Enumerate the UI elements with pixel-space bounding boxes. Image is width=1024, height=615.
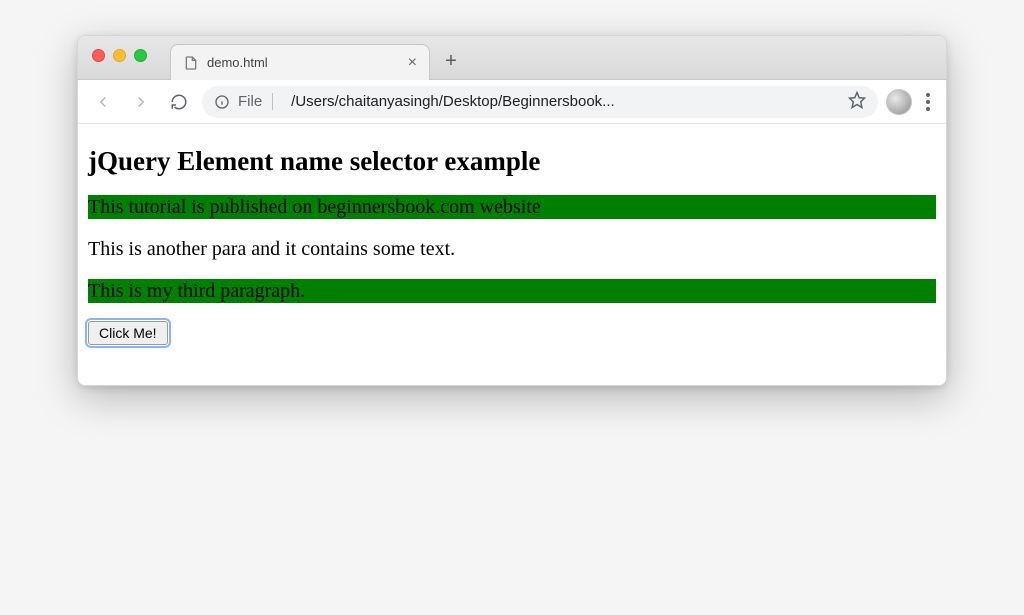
tab-title: demo.html	[207, 55, 400, 70]
new-tab-button[interactable]: +	[436, 46, 466, 76]
browser-window: demo.html × + File /Users/chaitanyasingh…	[77, 35, 947, 386]
page-content: jQuery Element name selector example Thi…	[78, 124, 946, 385]
paragraph-2: This is another para and it contains som…	[88, 237, 936, 261]
paragraph-1: This tutorial is published on beginnersb…	[88, 195, 936, 219]
window-controls	[92, 49, 147, 62]
click-me-button[interactable]: Click Me!	[88, 321, 168, 345]
paragraph-3: This is my third paragraph.	[88, 279, 936, 303]
info-icon	[214, 94, 230, 110]
bookmark-star-icon[interactable]	[848, 91, 866, 113]
window-maximize-button[interactable]	[134, 49, 147, 62]
address-bar[interactable]: File /Users/chaitanyasingh/Desktop/Begin…	[202, 86, 878, 118]
window-close-button[interactable]	[92, 49, 105, 62]
reload-button[interactable]	[164, 87, 194, 117]
url-path: /Users/chaitanyasingh/Desktop/Beginnersb…	[281, 93, 840, 110]
close-tab-icon[interactable]: ×	[408, 55, 417, 71]
page-heading: jQuery Element name selector example	[88, 146, 936, 177]
window-minimize-button[interactable]	[113, 49, 126, 62]
browser-tab[interactable]: demo.html ×	[170, 44, 430, 80]
browser-menu-button[interactable]	[920, 93, 936, 111]
profile-avatar[interactable]	[886, 89, 912, 115]
back-button[interactable]	[88, 87, 118, 117]
browser-toolbar: File /Users/chaitanyasingh/Desktop/Begin…	[78, 80, 946, 124]
url-scheme: File	[238, 93, 273, 110]
window-titlebar: demo.html × +	[78, 36, 946, 80]
forward-button[interactable]	[126, 87, 156, 117]
file-icon	[183, 55, 199, 71]
